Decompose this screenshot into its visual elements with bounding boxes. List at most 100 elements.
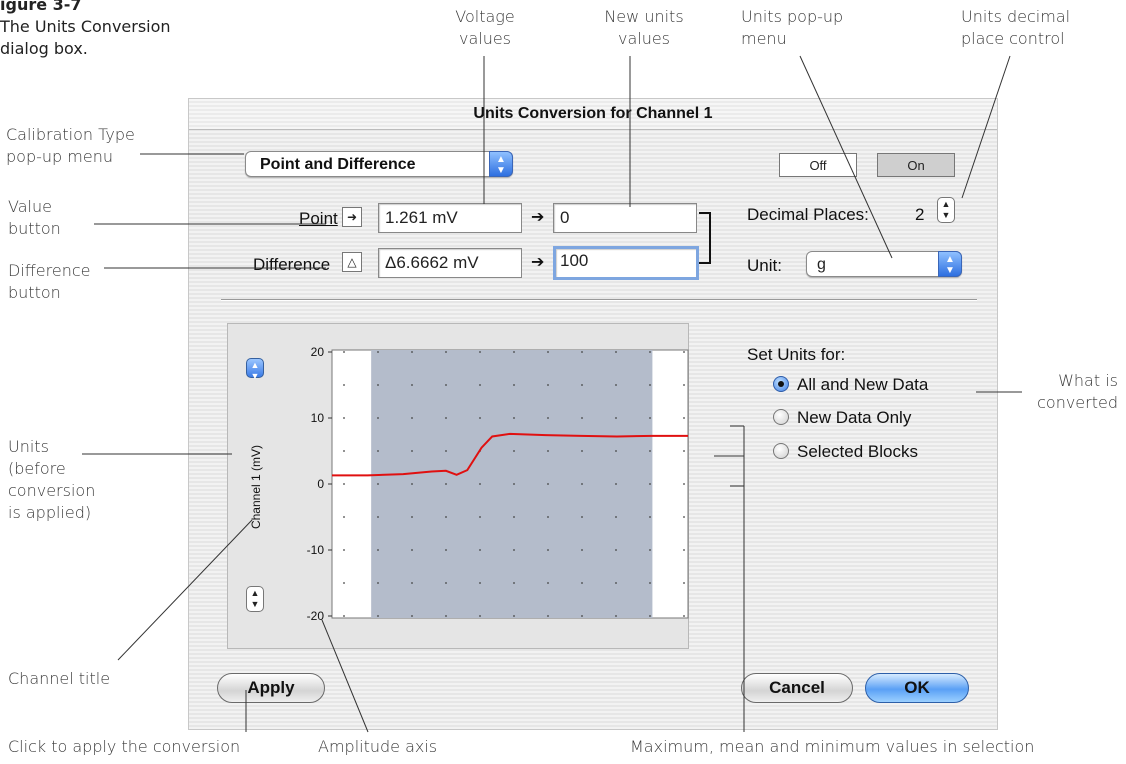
figure-number: igure 3-7 [0,0,82,14]
annotation-text: button [8,219,61,238]
decimal-places-value: 2 [915,205,925,224]
calibration-type-popup[interactable]: Point and Difference ▲ ▼ [245,151,513,177]
delta-icon: △ [347,255,357,269]
grid-dot [411,384,413,386]
grid-dot [581,483,583,485]
annotation-units-before: Units (before conversion is applied) [8,436,118,524]
grid-dot [445,417,447,419]
grid-dot [445,615,447,617]
grid-dot [547,516,549,518]
grid-dot [547,615,549,617]
arrow-right-icon: ➔ [531,254,545,271]
difference-button[interactable]: △ [342,252,362,272]
grid-dot [479,417,481,419]
annotation-text: converted [1037,393,1118,412]
unit-popup[interactable]: g ▲ ▼ [806,251,962,277]
grid-dot [513,582,515,584]
annotation-text: is applied) [8,503,92,522]
ok-button[interactable]: OK [865,673,969,703]
grid-dot [683,582,685,584]
decimal-places-label: Decimal Places: [747,205,869,224]
grid-dot [377,549,379,551]
grid-dot [683,615,685,617]
grid-dot [513,351,515,353]
radio-label: New Data Only [797,408,912,427]
grid-dot [547,384,549,386]
annotation-text: values [458,29,512,48]
grid-dot [479,516,481,518]
grid-dot [377,351,379,353]
grid-dot [479,351,481,353]
amplitude-chart: 20100-10-20⇟←⇞ [307,345,689,623]
decimal-on-button[interactable]: On [877,153,955,177]
grid-dot [649,582,651,584]
annotation-difference-button: Difference button [8,260,108,304]
grid-dot [649,351,651,353]
grid-dot [581,450,583,452]
grid-dot [377,483,379,485]
grid-dot [445,582,447,584]
y-tick-label: 20 [311,345,325,359]
grid-dot [343,384,345,386]
grid-dot [683,483,685,485]
annotation-text: Difference [8,261,91,280]
arrow-right-icon: ➔ [531,209,545,226]
grid-dot [615,417,617,419]
difference-new-value-field[interactable]: 100 [553,246,699,280]
annotation-value-button: Value button [8,196,88,240]
annotation-amplitude-axis: Amplitude axis [318,737,438,756]
annotation-max-mean-min: Maximum, mean and minimum values in sele… [630,737,1035,756]
radio-all-and-new-data[interactable]: All and New Data [773,375,983,395]
decimal-places-stepper[interactable]: ▲ ▼ [937,197,955,223]
arrow-right-icon: ➜ [346,210,358,224]
radio-dot [773,376,789,392]
grid-dot [445,516,447,518]
grid-dot [377,615,379,617]
grid-dot [479,615,481,617]
grid-dot [649,516,651,518]
stepper-arrows-icon: ▲ ▼ [941,199,951,220]
radio-label: All and New Data [797,375,929,394]
grid-dot [377,384,379,386]
cancel-button[interactable]: Cancel [741,673,853,703]
units-conversion-dialog: Units Conversion for Channel 1 Point and… [188,98,998,730]
grid-dot [513,450,515,452]
decimal-off-button[interactable]: Off [779,153,857,177]
grid-dot [479,549,481,551]
radio-selected-blocks[interactable]: Selected Blocks [773,442,983,462]
grid-dot [581,417,583,419]
grid-dot [615,351,617,353]
annotation-click-apply: Click to apply the conversion [8,737,241,756]
grid-dot [615,384,617,386]
grid-dot [513,483,515,485]
annotation-units-popup: Units pop-up menu [741,6,861,50]
grid-dot [581,351,583,353]
grid-dot [547,483,549,485]
grid-dot [513,549,515,551]
apply-button[interactable]: Apply [217,673,325,703]
grid-dot [411,417,413,419]
annotation-channel-title: Channel title [8,669,111,688]
annotation-text: conversion [8,481,96,500]
grid-dot [683,516,685,518]
point-new-value-field[interactable]: 0 [553,203,697,233]
radio-label: Selected Blocks [797,442,918,461]
grid-dot [683,351,685,353]
difference-voltage-field[interactable]: Δ6.6662 mV [378,248,522,278]
grid-dot [445,549,447,551]
grid-dot [615,483,617,485]
channel-graph-panel: ▲▼ ▲▼ Channel 1 (mV) 20100-10-20⇟←⇞ [227,323,689,649]
grid-dot [377,450,379,452]
popup-arrows-icon: ▲ ▼ [938,251,962,277]
grid-dot [547,549,549,551]
grid-dot [649,450,651,452]
point-voltage-field[interactable]: 1.261 mV [378,203,522,233]
difference-label: Difference [253,255,331,274]
popup-arrows-icon: ▲ ▼ [489,151,513,177]
grid-dot [683,450,685,452]
unit-value: g [817,256,826,273]
grid-dot [343,417,345,419]
radio-new-data-only[interactable]: New Data Only [773,408,983,428]
value-button[interactable]: ➜ [342,207,362,227]
y-tick-label: 0 [317,477,324,491]
